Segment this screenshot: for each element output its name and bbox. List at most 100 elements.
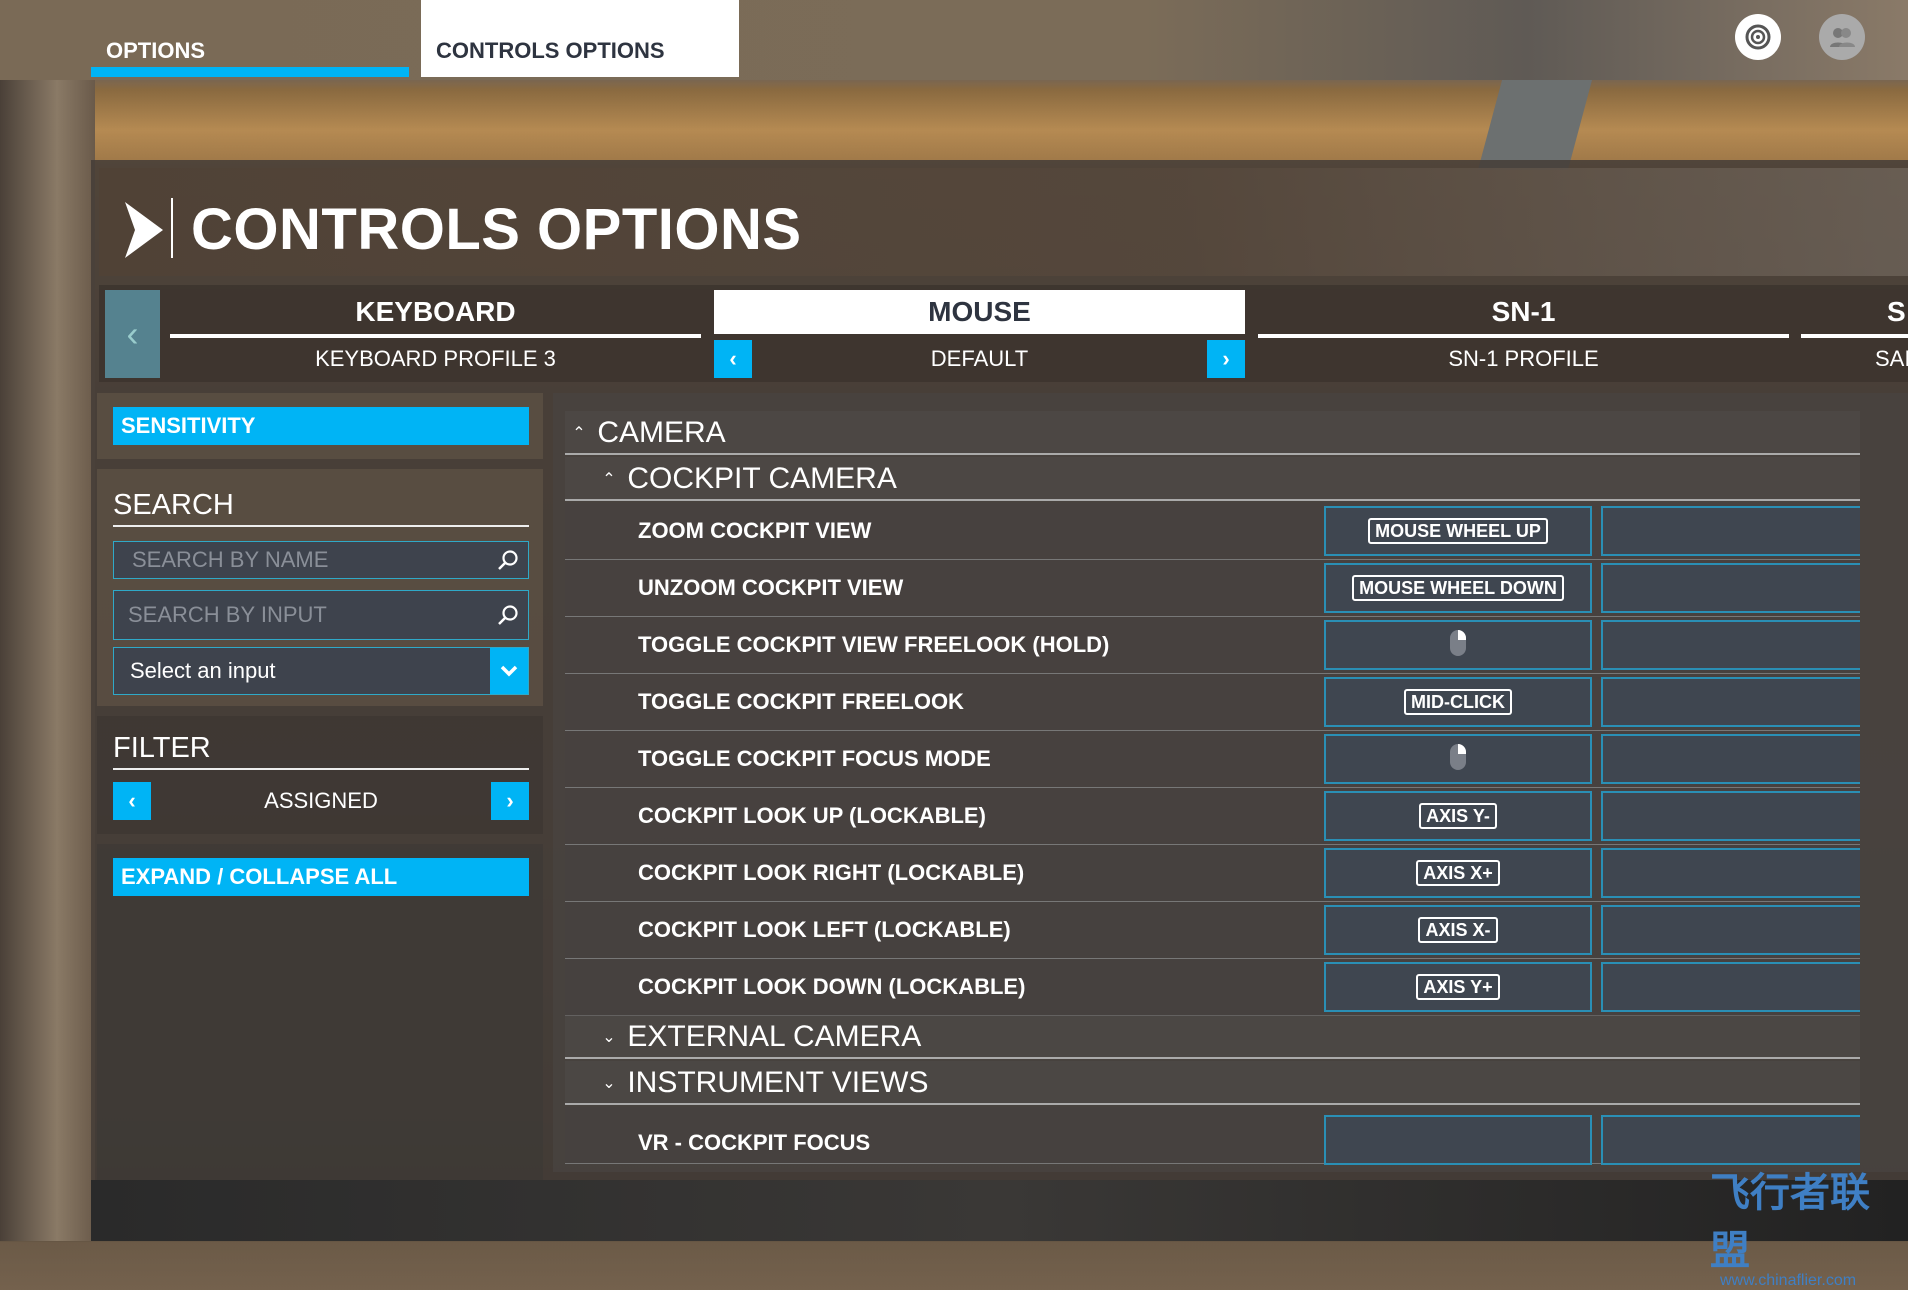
sensitivity-button[interactable]: SENSITIVITY: [113, 407, 529, 445]
binding-slot-2[interactable]: [1601, 620, 1860, 670]
binding-slot-2[interactable]: [1601, 962, 1860, 1012]
tab-label: CONTROLS OPTIONS: [436, 38, 665, 63]
binding-slot-2[interactable]: [1601, 677, 1860, 727]
profile-name: KEYBOARD PROFILE 3: [315, 346, 556, 371]
divider: [113, 768, 529, 770]
activity-icon[interactable]: [1735, 14, 1781, 60]
search-icon: [498, 550, 518, 570]
input-key: AXIS X-: [1418, 917, 1498, 943]
category-instrument-views[interactable]: ⌄ INSTRUMENT VIEWS: [565, 1061, 1860, 1105]
binding-slot-1[interactable]: AXIS X-: [1324, 905, 1592, 955]
binding-row[interactable]: TOGGLE COCKPIT FREELOOK MID-CLICK: [565, 674, 1860, 731]
placeholder: SEARCH BY NAME: [132, 547, 329, 572]
selected-value: Select an input: [130, 658, 276, 683]
input-key: MOUSE WHEEL DOWN: [1352, 575, 1564, 601]
binding-slot-1[interactable]: MOUSE WHEEL UP: [1324, 506, 1592, 556]
category-external-camera[interactable]: ⌄ EXTERNAL CAMERA: [565, 1015, 1860, 1059]
search-icon: [498, 605, 518, 625]
chevron-up-icon: ⌃: [602, 471, 616, 489]
binding-row[interactable]: VR - COCKPIT FOCUS: [565, 1107, 1860, 1165]
binding-row[interactable]: COCKPIT LOOK RIGHT (LOCKABLE) AXIS X+: [565, 845, 1860, 902]
binding-slot-2[interactable]: [1601, 734, 1860, 784]
binding-row[interactable]: UNZOOM COCKPIT VIEW MOUSE WHEEL DOWN: [565, 560, 1860, 617]
search-section: SEARCH SEARCH BY NAME SEARCH BY INPUT Se…: [97, 469, 543, 706]
input-key: AXIS Y-: [1419, 803, 1497, 829]
search-heading: SEARCH: [113, 489, 234, 521]
binding-slot-1[interactable]: [1324, 620, 1592, 670]
action-label: ZOOM COCKPIT VIEW: [638, 518, 872, 543]
device-tab-sn1[interactable]: SN-1 SN-1 PROFILE: [1258, 290, 1789, 378]
binding-slot-2[interactable]: [1601, 563, 1860, 613]
binding-slot-1[interactable]: [1324, 734, 1592, 784]
filter-previous-button[interactable]: ‹: [113, 782, 151, 820]
category-label: CAMERA: [597, 416, 726, 449]
category-label: INSTRUMENT VIEWS: [627, 1066, 929, 1099]
category-camera[interactable]: ⌃ CAMERA: [565, 411, 1860, 455]
background-beam: [1477, 80, 1593, 170]
binding-slot-2[interactable]: [1601, 506, 1860, 556]
sensitivity-section: SENSITIVITY: [97, 393, 543, 459]
filter-heading: FILTER: [113, 732, 211, 764]
binding-slot-2[interactable]: [1601, 1115, 1860, 1165]
category-label: EXTERNAL CAMERA: [627, 1020, 922, 1053]
device-tab-next[interactable]: S SAI: [1801, 290, 1908, 378]
binding-row[interactable]: COCKPIT LOOK UP (LOCKABLE) AXIS Y-: [565, 788, 1860, 845]
binding-row[interactable]: TOGGLE COCKPIT FOCUS MODE: [565, 731, 1860, 788]
binding-slot-1[interactable]: MID-CLICK: [1324, 677, 1592, 727]
sidebar: SENSITIVITY SEARCH SEARCH BY NAME SEARCH…: [97, 393, 543, 1180]
friends-icon[interactable]: [1819, 14, 1865, 60]
category-cockpit-camera[interactable]: ⌃ COCKPIT CAMERA: [565, 457, 1860, 501]
action-label: TOGGLE COCKPIT VIEW FREELOOK (HOLD): [638, 632, 1110, 657]
tab-label: OPTIONS: [106, 38, 206, 63]
binding-row[interactable]: TOGGLE COCKPIT VIEW FREELOOK (HOLD): [565, 617, 1860, 674]
binding-slot-1[interactable]: AXIS Y+: [1324, 962, 1592, 1012]
input-key: MID-CLICK: [1404, 689, 1512, 715]
placeholder: SEARCH BY INPUT: [128, 602, 327, 627]
category-label: COCKPIT CAMERA: [627, 462, 897, 495]
binding-slot-1[interactable]: [1324, 1115, 1592, 1165]
page-title: CONTROLS OPTIONS: [191, 197, 802, 262]
chevron-down-icon: ⌄: [602, 1029, 616, 1047]
chevron-down-icon: ⌄: [602, 1075, 616, 1093]
filter-next-button[interactable]: ›: [491, 782, 529, 820]
action-label: TOGGLE COCKPIT FOCUS MODE: [638, 746, 991, 771]
divider: [1258, 334, 1789, 338]
binding-slot-2[interactable]: [1601, 791, 1860, 841]
next-profile-button[interactable]: ›: [1207, 340, 1245, 378]
active-indicator: [91, 67, 409, 77]
watermark-logo: 飞行者联盟 www.chinaflier.com: [1710, 1171, 1870, 1289]
divider: [171, 198, 173, 258]
tab-options[interactable]: OPTIONS: [91, 0, 409, 77]
title-bar: CONTROLS OPTIONS: [99, 168, 1908, 276]
device-tab-mouse[interactable]: MOUSE DEFAULT ‹ ›: [714, 290, 1245, 378]
select-input-dropdown[interactable]: Select an input: [113, 647, 529, 695]
controls-options-panel: CONTROLS OPTIONS ‹ KEYBOARD KEYBOARD PRO…: [91, 160, 1908, 1180]
search-by-name-input[interactable]: SEARCH BY NAME: [113, 541, 529, 579]
divider: [113, 525, 529, 527]
binding-row[interactable]: COCKPIT LOOK LEFT (LOCKABLE) AXIS X-: [565, 902, 1860, 959]
action-label: UNZOOM COCKPIT VIEW: [638, 575, 904, 600]
binding-slot-2[interactable]: [1601, 905, 1860, 955]
binding-slot-1[interactable]: AXIS X+: [1324, 848, 1592, 898]
background-scenery: [0, 80, 95, 1241]
action-label: COCKPIT LOOK LEFT (LOCKABLE): [638, 917, 1011, 942]
filter-section: FILTER ‹ ASSIGNED ›: [97, 716, 543, 834]
input-key: AXIS X+: [1416, 860, 1500, 886]
device-tab-keyboard[interactable]: KEYBOARD KEYBOARD PROFILE 3: [170, 290, 701, 378]
chevron-right-icon: [125, 202, 163, 258]
expand-collapse-all-button[interactable]: EXPAND / COLLAPSE ALL: [113, 858, 529, 896]
top-bar: OPTIONS CONTROLS OPTIONS: [0, 0, 1908, 80]
binding-slot-2[interactable]: [1601, 848, 1860, 898]
previous-device-button[interactable]: ‹: [105, 290, 160, 378]
binding-slot-1[interactable]: MOUSE WHEEL DOWN: [1324, 563, 1592, 613]
binding-slot-1[interactable]: AXIS Y-: [1324, 791, 1592, 841]
device-profiles: ‹ KEYBOARD KEYBOARD PROFILE 3 MOUSE DEFA…: [99, 285, 1908, 382]
chevron-down-icon: [490, 648, 528, 694]
tab-controls-options[interactable]: CONTROLS OPTIONS: [421, 0, 739, 77]
device-name: SN-1: [1491, 296, 1556, 327]
binding-row[interactable]: COCKPIT LOOK DOWN (LOCKABLE) AXIS Y+: [565, 959, 1860, 1016]
search-by-input-input[interactable]: SEARCH BY INPUT: [113, 590, 529, 640]
previous-profile-button[interactable]: ‹: [714, 340, 752, 378]
device-name: KEYBOARD: [355, 296, 516, 327]
binding-row[interactable]: ZOOM COCKPIT VIEW MOUSE WHEEL UP: [565, 503, 1860, 560]
